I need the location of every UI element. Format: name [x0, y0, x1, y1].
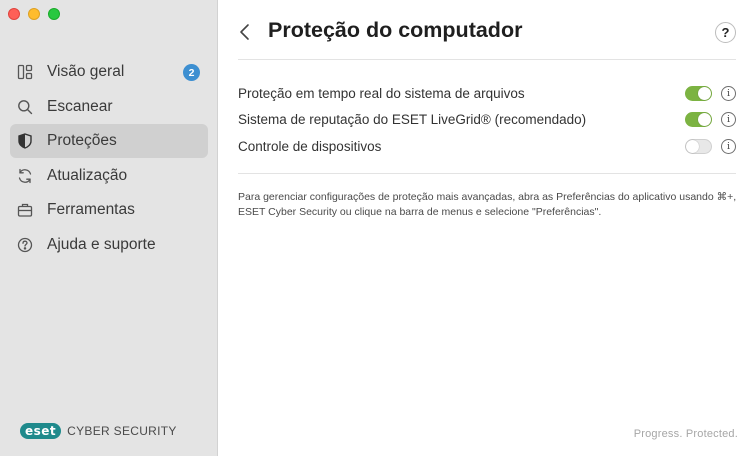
- settings-list: Proteção em tempo real do sistema de arq…: [238, 80, 736, 160]
- main-panel: Proteção do computador ? Proteção em tem…: [219, 0, 756, 456]
- divider: [238, 173, 736, 174]
- sidebar: Visão geral 2 Escanear Proteções Atualiz…: [0, 0, 218, 456]
- search-icon: [17, 99, 33, 115]
- sidebar-item-label: Atualização: [47, 166, 128, 184]
- zoom-window-button[interactable]: [48, 8, 60, 20]
- sidebar-item-label: Proteções: [47, 132, 117, 149]
- info-icon[interactable]: i: [721, 112, 736, 128]
- setting-row-realtime-protection: Proteção em tempo real do sistema de arq…: [238, 80, 736, 107]
- back-button[interactable]: [239, 22, 255, 42]
- setting-row-device-control: Controle de dispositivos i: [238, 133, 736, 160]
- close-window-button[interactable]: [8, 8, 20, 20]
- chevron-left-icon: [240, 24, 249, 40]
- tagline: Progress. Protected.: [633, 428, 738, 440]
- dashboard-icon: [17, 64, 33, 80]
- app-window: Visão geral 2 Escanear Proteções Atualiz…: [0, 0, 756, 456]
- device-control-toggle[interactable]: [685, 138, 712, 154]
- setting-label: Controle de dispositivos: [238, 138, 382, 154]
- sidebar-item-tools[interactable]: Ferramentas: [10, 193, 208, 227]
- sidebar-item-label: Ajuda e suporte: [47, 235, 156, 253]
- help-button[interactable]: ?: [715, 22, 736, 43]
- notification-badge: 2: [183, 64, 200, 81]
- sidebar-item-overview[interactable]: Visão geral 2: [10, 55, 208, 89]
- sidebar-item-help[interactable]: Ajuda e suporte: [10, 228, 208, 262]
- info-icon[interactable]: i: [721, 138, 736, 154]
- refresh-icon: [17, 168, 33, 184]
- setting-label: Proteção em tempo real do sistema de arq…: [238, 85, 525, 101]
- sidebar-item-protections[interactable]: Proteções: [10, 124, 208, 158]
- sidebar-item-label: Ferramentas: [47, 201, 135, 218]
- shield-icon: [17, 133, 33, 149]
- sidebar-item-scan[interactable]: Escanear: [10, 90, 208, 124]
- realtime-protection-toggle[interactable]: [685, 85, 712, 101]
- help-circle-icon: [17, 237, 33, 253]
- eset-logo: eset: [20, 423, 62, 439]
- divider: [238, 59, 736, 60]
- sidebar-item-update[interactable]: Atualização: [10, 159, 208, 193]
- window-controls: [8, 8, 60, 20]
- preferences-note: Para gerenciar configurações de proteção…: [238, 191, 737, 218]
- brand: eset CYBER SECURITY: [20, 423, 177, 439]
- sidebar-item-label: Visão geral: [47, 63, 125, 80]
- sidebar-item-label: Escanear: [47, 97, 113, 115]
- briefcase-icon: [17, 202, 33, 218]
- page-title: Proteção do computador: [268, 18, 523, 42]
- info-icon[interactable]: i: [721, 85, 736, 101]
- sidebar-nav: Visão geral 2 Escanear Proteções Atualiz…: [10, 55, 208, 262]
- livegrid-toggle[interactable]: [685, 112, 712, 128]
- minimize-window-button[interactable]: [28, 8, 40, 20]
- product-name: CYBER SECURITY: [67, 424, 177, 438]
- setting-row-livegrid: Sistema de reputação do ESET LiveGrid® (…: [238, 107, 736, 134]
- setting-label: Sistema de reputação do ESET LiveGrid® (…: [238, 112, 587, 128]
